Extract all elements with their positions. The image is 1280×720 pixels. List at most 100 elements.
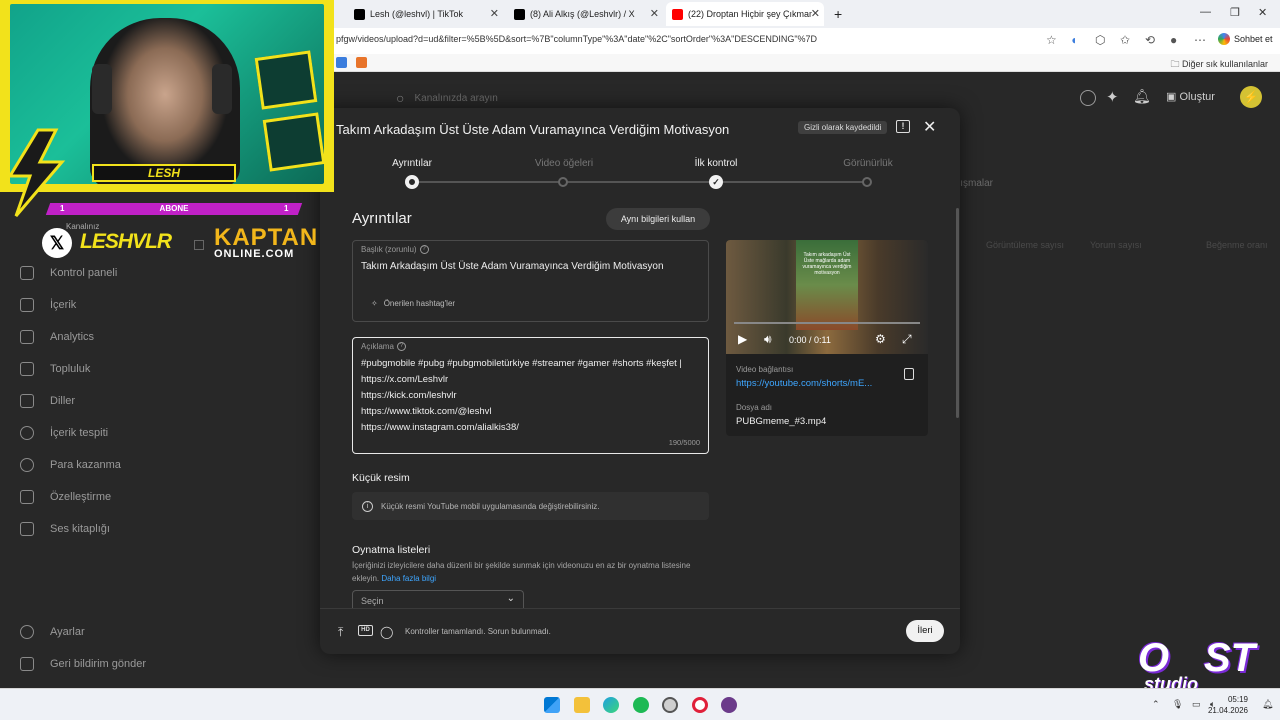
learn-more-link[interactable]: Daha fazla bilgi xyxy=(381,574,436,583)
taskbar: ⌃ 🎙︎ ▭ 🔈︎ 05:19 21.04.2026 🔔︎ xyxy=(0,688,1280,720)
upload-dialog: Takım Arkadaşım Üst Üste Adam Vuramayınc… xyxy=(320,108,960,654)
report-icon[interactable]: ! xyxy=(896,120,910,133)
notifications-icon[interactable]: 🔔︎ xyxy=(1262,699,1273,710)
close-icon[interactable]: ✕ xyxy=(490,7,499,20)
windows-start-icon[interactable] xyxy=(544,697,560,713)
title-field[interactable]: Başlık (zorunlu) ? Takım Arkadaşım Üst Ü… xyxy=(352,240,709,322)
copyright-icon xyxy=(20,426,34,440)
checkbox[interactable] xyxy=(194,240,204,250)
playlist-select[interactable]: Seçin ⌄ xyxy=(352,590,524,608)
sidebar-item-label: Diller xyxy=(50,395,76,407)
opera-icon[interactable] xyxy=(692,697,708,713)
read-aloud-icon[interactable]: ◖ xyxy=(1070,33,1077,47)
bookmark-icon[interactable] xyxy=(356,57,367,68)
tray-chevron-icon[interactable]: ⌃ xyxy=(1152,699,1160,710)
tab-x[interactable]: (8) Ali Alkış (@Leshvlr) / X ✕ xyxy=(508,2,663,26)
step-visibility[interactable]: Görünürlük xyxy=(818,158,918,169)
suggested-hashtags[interactable]: ✧ Önerilen hashtag'ler xyxy=(371,299,455,308)
sidebar-item-content-detection[interactable]: İçerik tespiti xyxy=(20,423,108,443)
sparkle-icon[interactable]: ✦ xyxy=(1106,88,1119,106)
star-icon[interactable]: ☆ xyxy=(1046,33,1057,47)
copilot-chat-button[interactable]: Sohbet et xyxy=(1218,33,1273,45)
avatar[interactable]: ⚡ xyxy=(1240,86,1262,108)
steam-icon[interactable] xyxy=(662,697,678,713)
settings-icon[interactable]: ⚙ xyxy=(875,332,886,346)
clock-time[interactable]: 05:19 xyxy=(1228,695,1248,704)
sidebar-item-languages[interactable]: Diller xyxy=(20,391,75,411)
close-window-icon[interactable]: ✕ xyxy=(1258,6,1267,19)
bg-column: Yorum sayısı xyxy=(1090,240,1142,250)
spotify-icon[interactable] xyxy=(633,697,649,713)
channel-search[interactable]: ○ Kanalınızda arayın xyxy=(396,90,498,106)
file-explorer-icon[interactable] xyxy=(574,697,590,713)
tab-youtube[interactable]: (22) Droptan Hiçbir şey Çıkmamışt ✕ xyxy=(666,2,824,26)
description-line[interactable]: #pubgmobile #pubg #pubgmobiletürkiye #st… xyxy=(361,358,682,369)
scrollbar[interactable] xyxy=(956,208,959,418)
step-current-dot xyxy=(405,175,419,189)
fullscreen-icon[interactable]: ⤢ xyxy=(902,332,912,347)
step-details[interactable]: Ayrıntılar xyxy=(362,158,462,169)
profile-icon[interactable]: ● xyxy=(1170,33,1177,47)
video-player[interactable]: Takım arkadaşım Üst Üste mağlarda adam v… xyxy=(726,240,928,354)
new-tab-button[interactable]: + xyxy=(828,2,848,26)
close-icon[interactable]: ✕ xyxy=(923,117,936,137)
camera-icon: ▣ xyxy=(1166,91,1177,103)
restore-icon[interactable]: ❐ xyxy=(1230,6,1240,19)
close-icon[interactable]: ✕ xyxy=(811,7,820,20)
help-icon[interactable] xyxy=(1080,90,1096,106)
step-checks[interactable]: İlk kontrol xyxy=(666,158,766,169)
help-icon[interactable]: ? xyxy=(396,342,406,351)
copy-icon[interactable] xyxy=(904,368,914,380)
volume-icon[interactable]: 🔊︎ xyxy=(764,332,772,347)
sidebar-item-audio-library[interactable]: Ses kitaplığı xyxy=(20,519,110,539)
sidebar-item-label: Özelleştirme xyxy=(50,491,112,503)
sidebar-item-community[interactable]: Topluluk xyxy=(20,359,90,379)
sidebar-item-content[interactable]: İçerik xyxy=(20,295,76,315)
title-input[interactable]: Takım Arkadaşım Üst Üste Adam Vuramayınc… xyxy=(361,261,664,272)
description-line[interactable]: https://kick.com/leshvlr xyxy=(361,390,457,401)
description-line[interactable]: https://www.instagram.com/alialkis38/ xyxy=(361,422,519,433)
help-icon[interactable]: ? xyxy=(419,245,429,254)
description-line[interactable]: https://www.tiktok.com/@leshvl xyxy=(361,406,492,417)
other-favorites[interactable]: 🗀 Diğer sık kullanılanlar xyxy=(1170,57,1268,73)
bg-tab: lışmalar xyxy=(958,178,994,189)
minimize-icon[interactable]: — xyxy=(1200,6,1211,18)
favorites-icon[interactable]: ✩ xyxy=(1120,33,1130,47)
video-link[interactable]: https://youtube.com/shorts/mE... xyxy=(736,378,886,389)
next-button[interactable]: İleri xyxy=(906,620,944,642)
sidebar-item-analytics[interactable]: Analytics xyxy=(20,327,94,347)
tab-tiktok[interactable]: Lesh (@leshvl) | TikTok ✕ xyxy=(348,2,503,26)
sidebar-item-feedback[interactable]: Geri bildirim gönder xyxy=(20,654,146,674)
filename-label: Dosya adı xyxy=(736,403,773,412)
more-icon[interactable]: ⋯ xyxy=(1194,33,1206,47)
microphone-icon[interactable]: 🎙︎ xyxy=(1172,699,1183,710)
description-line[interactable]: https://x.com/Leshvlr xyxy=(361,374,448,385)
clock-date[interactable]: 21.04.2026 xyxy=(1208,706,1248,715)
play-icon[interactable]: ▶ xyxy=(738,332,747,346)
url-text[interactable]: pfgw/videos/upload?d=ud&filter=%5B%5D&so… xyxy=(336,34,1036,44)
video-progress-bar[interactable] xyxy=(734,322,920,324)
reuse-details-button[interactable]: Aynı bilgileri kullan xyxy=(606,208,710,230)
bell-icon[interactable]: 🔔︎ xyxy=(1133,88,1151,105)
edge-icon[interactable] xyxy=(603,697,619,713)
check-icon: ✓ xyxy=(709,175,723,189)
sidebar-item-customization[interactable]: Özelleştirme xyxy=(20,487,111,507)
sidebar-item-dashboard[interactable]: Kontrol paneli xyxy=(20,263,117,283)
video-preview-card: Takım arkadaşım Üst Üste mağlarda adam v… xyxy=(726,240,928,436)
extensions-icon[interactable]: ⬡ xyxy=(1095,33,1105,47)
search-placeholder: Kanalınızda arayın xyxy=(414,92,498,104)
step-video-elements[interactable]: Video öğeleri xyxy=(514,158,614,169)
sidebar-item-settings[interactable]: Ayarlar xyxy=(20,622,85,642)
create-button[interactable]: ▣ Oluştur xyxy=(1166,90,1215,103)
thumbnail-info: i Küçük resmi YouTube mobil uygulamasınd… xyxy=(352,492,709,520)
media-player-icon[interactable] xyxy=(721,697,737,713)
sidebar-item-monetization[interactable]: Para kazanma xyxy=(20,455,121,475)
bookmark-icon[interactable] xyxy=(336,57,347,68)
audio-library-icon xyxy=(20,522,34,536)
filename: PUBGmeme_#3.mp4 xyxy=(736,416,827,427)
history-icon[interactable]: ⟲ xyxy=(1145,33,1155,47)
network-icon[interactable]: ▭ xyxy=(1192,699,1201,710)
description-field[interactable]: Açıklama ? #pubgmobile #pubg #pubgmobile… xyxy=(352,337,709,454)
close-icon[interactable]: ✕ xyxy=(650,7,659,20)
x-handle: LESHVLR xyxy=(80,230,172,253)
